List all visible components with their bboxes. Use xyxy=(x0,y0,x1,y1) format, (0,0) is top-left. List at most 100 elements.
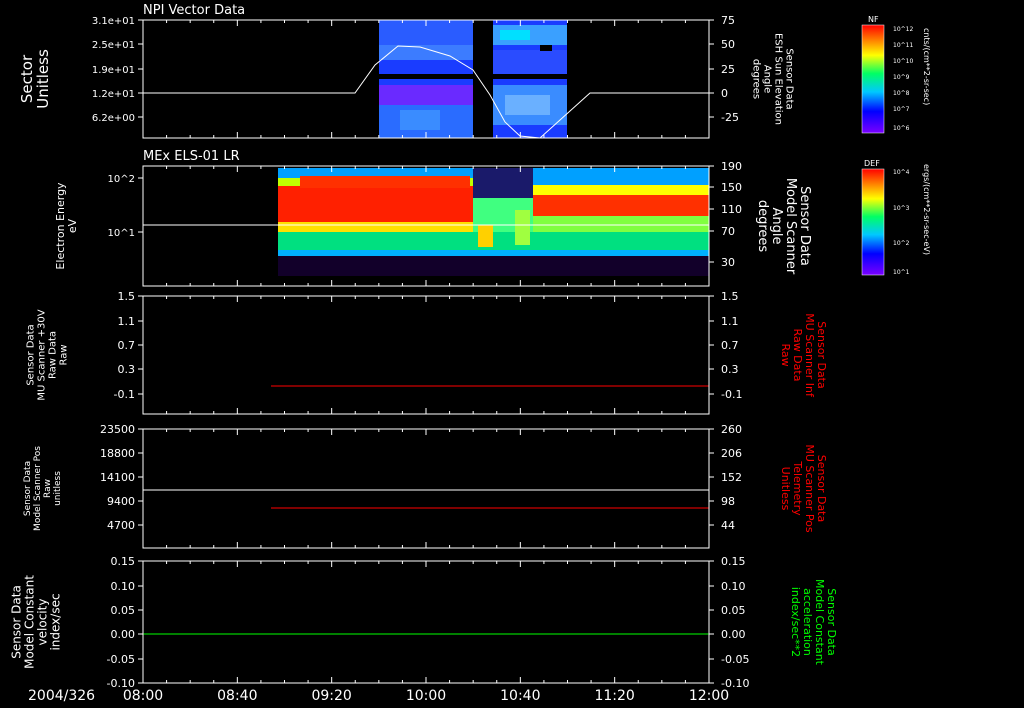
time-tick-label: 10:40 xyxy=(500,688,540,704)
left-tick-label: 10^1 xyxy=(108,228,135,239)
right-tick-label: 0.05 xyxy=(721,604,746,617)
left-axis-title: velocity xyxy=(36,599,50,646)
right-tick-label: 0 xyxy=(721,87,728,100)
right-tick-label: -0.1 xyxy=(721,388,742,401)
colorbar-def-label: DEF xyxy=(864,159,880,168)
left-tick-label: 0.3 xyxy=(118,363,136,376)
colorbar-def-tick: 10^4 xyxy=(893,169,910,176)
right-axis-title: degrees xyxy=(751,59,762,99)
left-axis-title: unitless xyxy=(53,471,63,506)
colorbar-nf-gradient xyxy=(861,24,885,134)
colorbar-def-tick: 10^2 xyxy=(893,240,910,247)
right-tick-label: 75 xyxy=(721,14,735,27)
right-axis-title: Raw xyxy=(779,343,792,366)
right-axis-title: Angle xyxy=(769,208,784,245)
right-tick-label: 1.5 xyxy=(721,290,739,303)
els-heatmap xyxy=(278,166,709,286)
right-tick-label: 0.15 xyxy=(721,555,746,568)
right-tick-label: 70 xyxy=(721,225,735,238)
right-tick-label: 0.00 xyxy=(721,628,746,641)
right-tick-label: -0.05 xyxy=(721,653,749,666)
npi-heatmap xyxy=(379,20,567,138)
colorbar-nf-tick: 10^12 xyxy=(893,26,913,33)
right-axis-title: Model Scanner xyxy=(783,178,798,275)
right-tick-label: 1.1 xyxy=(721,315,739,328)
right-tick-label: 0.10 xyxy=(721,580,746,593)
colorbar-def-units: ergs/(cm**2-sr-sec-eV) xyxy=(922,164,931,255)
left-tick-label: 18800 xyxy=(100,447,135,460)
right-axis-title: Sensor Data xyxy=(784,48,795,109)
p3-frame xyxy=(142,295,710,415)
left-tick-label: 4700 xyxy=(107,519,135,532)
els-title: MEx ELS-01 LR xyxy=(143,149,240,164)
left-tick-label: -0.1 xyxy=(114,388,135,401)
right-axis-title: index/sec**2 xyxy=(789,587,802,657)
date-label: 2004/326 xyxy=(28,688,95,704)
right-axis-title: degrees xyxy=(755,200,770,253)
right-tick-label: 50 xyxy=(721,38,735,51)
colorbar-nf-tick: 10^7 xyxy=(893,106,910,113)
left-axis-title: eV xyxy=(66,218,79,233)
right-axis-title: Sensor Data xyxy=(797,186,812,266)
left-axis-title: Raw Data xyxy=(48,331,59,379)
colorbar-nf-label: NF xyxy=(868,15,879,24)
right-tick-label: 0.3 xyxy=(721,363,739,376)
left-tick-label: 1.1 xyxy=(118,315,136,328)
left-tick-label: 1.5 xyxy=(118,290,136,303)
right-tick-label: 150 xyxy=(721,181,742,194)
right-axis-title: Unitless xyxy=(779,467,792,511)
panel-scanner-raw xyxy=(142,295,710,415)
left-axis-title: Sensor Data xyxy=(26,324,37,385)
time-tick-label: 11:20 xyxy=(594,688,634,704)
time-tick-label: 08:00 xyxy=(123,688,163,704)
colorbar-nf-units: cnts/(cm**2-sr-sec) xyxy=(922,28,931,105)
right-tick-label: 98 xyxy=(721,495,735,508)
colorbar-nf-tick: 10^10 xyxy=(893,58,913,65)
p4-frame xyxy=(142,428,710,549)
colorbar-nf-tick: 10^8 xyxy=(893,90,910,97)
colorbar-nf-tick: 10^11 xyxy=(893,42,913,49)
left-tick-label: 2.5e+01 xyxy=(92,40,135,51)
left-tick-label: 6.2e+00 xyxy=(92,113,135,124)
right-tick-label: 152 xyxy=(721,471,742,484)
left-axis-title: Model Constant xyxy=(23,575,37,669)
right-axis-title: ESH Sun Elevation xyxy=(773,33,784,125)
time-tick-label: 08:40 xyxy=(217,688,257,704)
left-axis-title: MU Scanner +30V xyxy=(37,309,48,400)
left-axis-title: Raw xyxy=(59,344,70,365)
left-axis-title: Unitless xyxy=(34,49,52,109)
right-tick-label: 44 xyxy=(721,519,735,532)
left-tick-label: 23500 xyxy=(100,423,135,436)
colorbar-def: DEF 10^4 10^3 10^2 10^1 ergs/(cm**2-sr-s… xyxy=(861,159,931,276)
left-tick-label: 10^2 xyxy=(108,174,135,185)
right-tick-label: 30 xyxy=(721,256,735,269)
time-tick-label: 09:20 xyxy=(311,688,351,704)
time-tick-label: 12:00 xyxy=(689,688,729,704)
colorbar-def-tick: 10^3 xyxy=(893,205,910,212)
right-tick-label: 0.7 xyxy=(721,339,739,352)
plot-canvas: NPI Vector Data MEx ELS-01 LR NF 10^12 1… xyxy=(10,3,932,704)
left-tick-label: 1.2e+01 xyxy=(92,89,135,100)
left-tick-label: 0.05 xyxy=(111,604,136,617)
npi-title: NPI Vector Data xyxy=(143,3,245,18)
right-tick-label: 25 xyxy=(721,63,735,76)
colorbar-def-gradient xyxy=(861,168,885,276)
left-tick-label: 1.9e+01 xyxy=(92,65,135,76)
time-tick-label: 10:00 xyxy=(406,688,446,704)
right-tick-label: 260 xyxy=(721,423,742,436)
left-tick-label: 0.15 xyxy=(111,555,136,568)
left-axis-title: Raw xyxy=(43,479,53,498)
left-axis-title: Sensor Data xyxy=(23,461,33,516)
left-tick-label: 0.7 xyxy=(118,339,136,352)
right-tick-label: 110 xyxy=(721,203,742,216)
left-tick-label: 3.1e+01 xyxy=(92,16,135,27)
left-axis-title: Model Scanner Pos xyxy=(33,446,43,531)
time-axis: 2004/326 xyxy=(28,688,95,704)
left-tick-label: 0.00 xyxy=(111,628,136,641)
left-axis-title: index/sec xyxy=(49,593,63,650)
left-tick-label: 9400 xyxy=(107,495,135,508)
left-tick-label: -0.05 xyxy=(107,653,135,666)
panel-model-constant xyxy=(142,560,710,684)
left-tick-label: 14100 xyxy=(100,471,135,484)
right-tick-label: -25 xyxy=(721,111,739,124)
